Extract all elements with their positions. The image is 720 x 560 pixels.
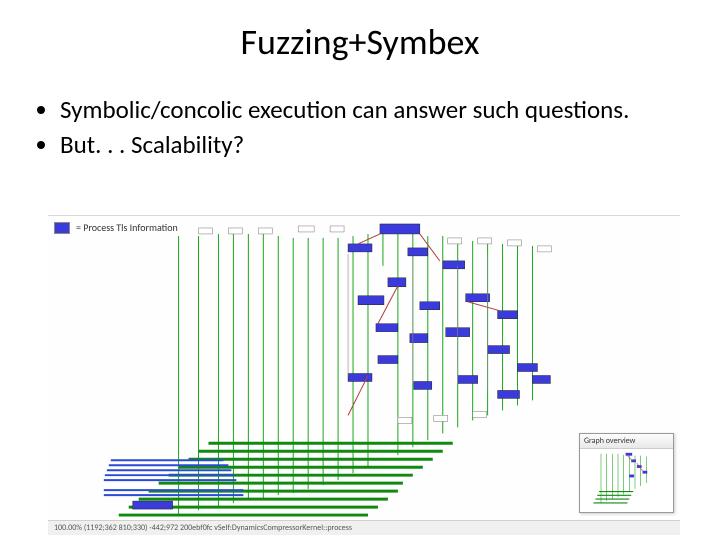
bullet-list: Symbolic/concolic execution can answer s… (32, 94, 690, 161)
status-bar: 100.00% (1192;362 810;330) -442;972 200e… (48, 520, 680, 535)
bullet-item: Symbolic/concolic execution can answer s… (60, 94, 690, 125)
overview-panel[interactable]: Graph overview (579, 433, 674, 513)
overview-panel-title: Graph overview (580, 434, 673, 449)
overview-mini-graph (584, 450, 669, 507)
bullet-item: But. . . Scalability? (60, 129, 690, 160)
slide-title: Fuzzing+Symbex (0, 20, 720, 64)
cfg-graph-screenshot: = Process Tls Information (48, 215, 680, 535)
